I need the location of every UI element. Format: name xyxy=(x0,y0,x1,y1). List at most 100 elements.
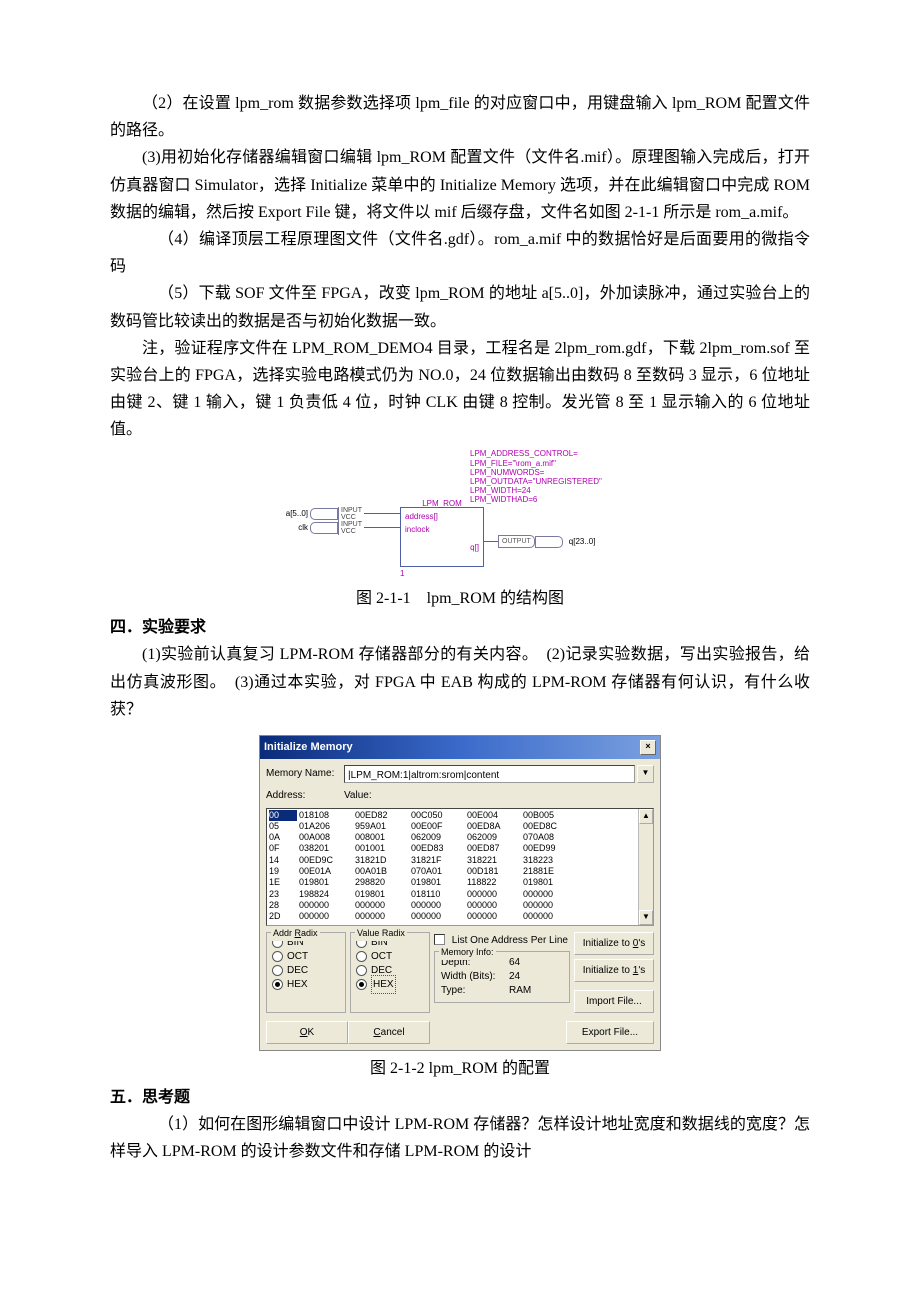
value-cell[interactable]: 000000 xyxy=(411,911,467,922)
fig-2-1-2-caption: 图 2-1-2 lpm_ROM 的配置 xyxy=(110,1055,810,1082)
value-cell[interactable]: 318221 xyxy=(467,855,523,866)
value-cell[interactable]: 000000 xyxy=(299,900,355,911)
value-cell[interactable]: 00A008 xyxy=(299,832,355,843)
value-radix-hex[interactable]: HEX xyxy=(356,978,424,992)
value-cell[interactable]: 00ED9C xyxy=(299,855,355,866)
value-cell[interactable]: 00E00F xyxy=(411,821,467,832)
export-file-button[interactable]: Export File... xyxy=(566,1021,654,1044)
meminfo-width-label: Width (Bits): xyxy=(441,970,509,984)
value-cell[interactable]: 038201 xyxy=(299,843,355,854)
import-file-button[interactable]: Import File... xyxy=(574,990,654,1013)
pin-shape xyxy=(310,508,338,520)
value-cell[interactable]: 01A206 xyxy=(299,821,355,832)
initialize-memory-dialog: Initialize Memory × Memory Name: |LPM_RO… xyxy=(259,735,661,1051)
value-cell[interactable]: 21881E xyxy=(523,866,579,877)
wire xyxy=(484,541,498,542)
addr-radix-hex[interactable]: HEX xyxy=(272,978,340,992)
memory-info-group: Memory Info: Depth:64 Width (Bits):24 Ty… xyxy=(434,951,570,1003)
value-cell[interactable]: 000000 xyxy=(355,911,411,922)
address-cell[interactable]: 14 xyxy=(269,855,297,866)
initialize-to-0-button[interactable]: Initialize to 0's xyxy=(574,932,654,955)
port-q: q[] xyxy=(405,541,479,555)
lpm-param-widthad: LPM_WIDTHAD=6 xyxy=(470,495,640,504)
addr-radix-group: Addr Radix BIN OCT DEC HEX xyxy=(266,932,346,1013)
scroll-up-icon[interactable]: ▲ xyxy=(639,809,653,824)
value-cell[interactable]: 019801 xyxy=(299,877,355,888)
value-cell[interactable]: 000000 xyxy=(299,911,355,922)
dialog-title: Initialize Memory xyxy=(264,738,353,757)
value-cell[interactable]: 062009 xyxy=(411,832,467,843)
address-cell[interactable]: 2D xyxy=(269,911,297,922)
value-cell[interactable]: 959A01 xyxy=(355,821,411,832)
value-cell[interactable]: 00E01A xyxy=(299,866,355,877)
value-cell[interactable]: 31821F xyxy=(411,855,467,866)
para-step2: （2）在设置 lpm_rom 数据参数选择项 lpm_file 的对应窗口中，用… xyxy=(110,90,810,144)
value-cell[interactable]: 00D181 xyxy=(467,866,523,877)
value-cell[interactable]: 00B005 xyxy=(523,810,579,821)
value-cell[interactable]: 00ED82 xyxy=(355,810,411,821)
cancel-button[interactable]: Cancel xyxy=(348,1021,430,1044)
memory-name-dropdown[interactable]: ▼ xyxy=(637,765,654,783)
address-cell[interactable]: 19 xyxy=(269,866,297,877)
value-cell[interactable]: 00ED83 xyxy=(411,843,467,854)
lpm-param-file: LPM_FILE="\rom_a.mif" xyxy=(470,459,640,468)
value-cell[interactable]: 198824 xyxy=(299,889,355,900)
value-cell[interactable]: 062009 xyxy=(467,832,523,843)
section-4-body: (1)实验前认真复习 LPM-ROM 存储器部分的有关内容。 (2)记录实验数据… xyxy=(110,641,810,723)
value-cell[interactable]: 00E004 xyxy=(467,810,523,821)
lpm-param-numwords: LPM_NUMWORDS= xyxy=(470,468,640,477)
value-cell[interactable]: 118822 xyxy=(467,877,523,888)
initialize-to-1-button[interactable]: Initialize to 1's xyxy=(574,959,654,982)
section-4-heading: 四．实验要求 xyxy=(110,614,810,641)
memory-name-field[interactable]: |LPM_ROM:1|altrom:srom|content xyxy=(344,765,635,783)
value-cell[interactable]: 018108 xyxy=(299,810,355,821)
value-cell[interactable]: 008001 xyxy=(355,832,411,843)
scroll-down-icon[interactable]: ▼ xyxy=(639,910,653,925)
input-tag: INPUTVCC xyxy=(338,521,364,535)
value-cell[interactable]: 00ED87 xyxy=(467,843,523,854)
value-cell[interactable]: 00ED8C xyxy=(523,821,579,832)
ok-button[interactable]: OK xyxy=(266,1021,348,1044)
signal-a-label: a[5..0] xyxy=(280,507,310,521)
value-radix-group: Value Radix BIN OCT DEC HEX xyxy=(350,932,430,1013)
value-cell[interactable]: 000000 xyxy=(523,900,579,911)
address-cell[interactable]: 0F xyxy=(269,843,297,854)
value-cell[interactable]: 00C050 xyxy=(411,810,467,821)
value-cell[interactable]: 000000 xyxy=(411,900,467,911)
value-cell[interactable]: 000000 xyxy=(467,911,523,922)
value-cell[interactable]: 000000 xyxy=(467,889,523,900)
pin-shape xyxy=(535,536,563,548)
para-step4: （4）编译顶层工程原理图文件（文件名.gdf）。rom_a.mif 中的数据恰好… xyxy=(110,226,810,280)
fig-2-1-1-caption: 图 2-1-1 lpm_ROM 的结构图 xyxy=(110,585,810,612)
address-cell[interactable]: 0A xyxy=(269,832,297,843)
value-cell[interactable]: 00ED99 xyxy=(523,843,579,854)
address-cell[interactable]: 05 xyxy=(269,821,297,832)
value-cell[interactable]: 00A01B xyxy=(355,866,411,877)
value-cell[interactable]: 019801 xyxy=(355,889,411,900)
value-cell[interactable]: 070A08 xyxy=(523,832,579,843)
value-cell[interactable]: 298820 xyxy=(355,877,411,888)
address-cell[interactable]: 00 xyxy=(269,810,297,821)
address-cell[interactable]: 28 xyxy=(269,900,297,911)
value-cell[interactable]: 070A01 xyxy=(411,866,467,877)
value-cell[interactable]: 31821D xyxy=(355,855,411,866)
value-cell[interactable]: 019801 xyxy=(411,877,467,888)
value-cell[interactable]: 000000 xyxy=(523,911,579,922)
close-button[interactable]: × xyxy=(640,740,656,755)
value-cell[interactable]: 001001 xyxy=(355,843,411,854)
meminfo-type-value: RAM xyxy=(509,984,531,998)
memory-grid[interactable]: 00050A0F14191E23282D 01810801A20600A0080… xyxy=(266,808,654,926)
value-cell[interactable]: 318223 xyxy=(523,855,579,866)
value-cell[interactable]: 018110 xyxy=(411,889,467,900)
value-column: 01810801A20600A00803820100ED9C00E01A0198… xyxy=(299,810,355,924)
dialog-titlebar[interactable]: Initialize Memory × xyxy=(260,736,660,759)
address-cell[interactable]: 23 xyxy=(269,889,297,900)
scrollbar[interactable]: ▲ ▼ xyxy=(638,809,653,925)
signal-clk-label: clk xyxy=(280,521,310,535)
address-cell[interactable]: 1E xyxy=(269,877,297,888)
value-cell[interactable]: 000000 xyxy=(467,900,523,911)
value-cell[interactable]: 000000 xyxy=(523,889,579,900)
value-cell[interactable]: 000000 xyxy=(355,900,411,911)
value-cell[interactable]: 00ED8A xyxy=(467,821,523,832)
value-cell[interactable]: 019801 xyxy=(523,877,579,888)
